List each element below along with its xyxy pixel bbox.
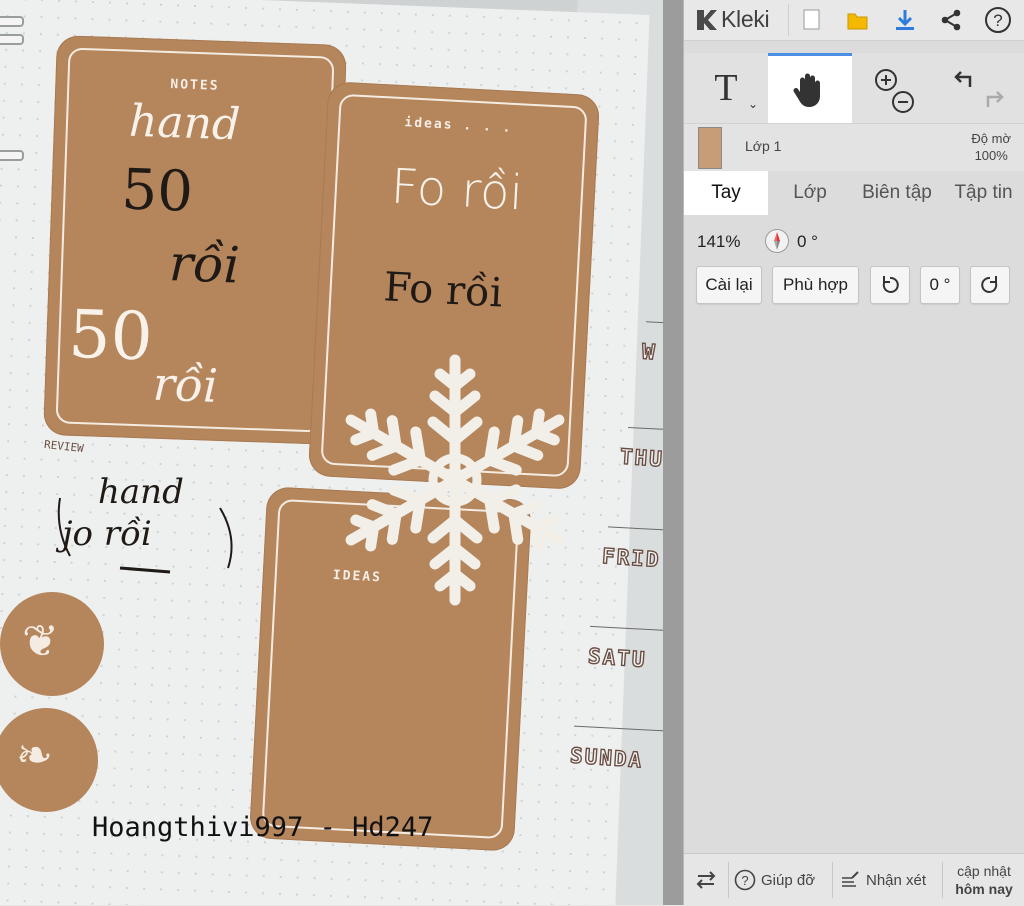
- help-button[interactable]: ?: [982, 4, 1014, 36]
- help-icon: ?: [734, 869, 756, 891]
- tab-hand[interactable]: Tay: [684, 171, 768, 215]
- day-label: FRID: [601, 543, 663, 573]
- rotation-value-button[interactable]: 0 °: [920, 266, 960, 304]
- open-file-button[interactable]: [842, 4, 874, 36]
- layer-thumbnail: [698, 127, 722, 169]
- rotate-left-button[interactable]: [870, 266, 910, 304]
- hand-tool-panel: 141% 0 ° Cài lại Phù hợp 0 °: [684, 215, 1024, 853]
- zoom-out-icon[interactable]: [892, 91, 914, 113]
- share-icon: [941, 9, 961, 31]
- review-bubble: hand jo rồi: [50, 468, 240, 580]
- leaf-circle: ❦: [0, 592, 104, 696]
- rotation-angle: 0 °: [797, 232, 818, 251]
- zoom-buttons: [854, 53, 932, 123]
- spiral-ring: [0, 16, 24, 27]
- day-label: W: [640, 339, 658, 365]
- top-toolbar: Kleki ?: [684, 0, 1024, 41]
- tab-file[interactable]: Tập tin: [942, 171, 1024, 215]
- panel-divider[interactable]: [663, 0, 683, 905]
- card-text: rồi: [168, 234, 241, 295]
- zoom-in-icon[interactable]: [875, 69, 897, 91]
- text-tool-button[interactable]: T ⌄: [684, 53, 768, 123]
- review-text: jo rồi: [62, 514, 152, 554]
- layer-row[interactable]: Lớp 1 Độ mờ 100%: [684, 123, 1024, 173]
- card-label: NOTES: [170, 77, 220, 94]
- history-buttons: [939, 53, 1019, 123]
- redo-icon[interactable]: [986, 91, 1004, 107]
- svg-text:?: ?: [741, 873, 748, 888]
- layer-name: Lớp 1: [745, 138, 782, 154]
- swap-icon: [696, 871, 716, 889]
- snowflake-icon: [340, 354, 570, 607]
- card-text: rồi: [152, 356, 219, 413]
- tab-bar: Tay Lớp Biên tập Tập tin: [684, 171, 1024, 215]
- zoom-level: 141%: [697, 232, 741, 251]
- kleki-logo[interactable]: Kleki: [694, 6, 770, 33]
- drawing-canvas[interactable]: NOTES hand 50 rồi 50 rồi ideas . . . Fo …: [0, 0, 663, 905]
- undo-icon[interactable]: [954, 71, 972, 87]
- update-line-2: hôm nay: [955, 881, 1013, 897]
- tool-row: T ⌄: [684, 53, 1024, 123]
- card-text: Fo rồi: [382, 264, 504, 317]
- card-text: hand: [128, 95, 242, 151]
- help-label: Giúp đỡ: [761, 871, 816, 889]
- card-text: Fo rồi: [389, 158, 525, 222]
- card-text: 50: [120, 157, 195, 225]
- bottom-bar: ? Giúp đỡ Nhận xét cập nhật hôm nay: [684, 853, 1024, 906]
- swap-sides-button[interactable]: [694, 854, 718, 906]
- watermark-text: Hoangthivi997 - Hd247: [92, 812, 434, 843]
- day-label: SATU: [587, 643, 649, 673]
- tab-edit[interactable]: Biên tập: [852, 171, 942, 215]
- feedback-icon: [842, 871, 859, 887]
- new-file-icon: [803, 9, 820, 30]
- day-label: SUNDA: [569, 743, 645, 773]
- help-icon: ?: [985, 7, 1011, 33]
- update-line-1: cập nhật: [957, 863, 1011, 879]
- notes-card: NOTES hand 50 rồi 50 rồi: [43, 35, 347, 445]
- feedback-label: Nhận xét: [866, 871, 927, 889]
- rotate-right-icon: [981, 276, 998, 293]
- compass-icon[interactable]: [765, 229, 789, 253]
- rotate-right-button[interactable]: [970, 266, 1010, 304]
- share-button[interactable]: [935, 4, 967, 36]
- download-icon: [896, 10, 914, 30]
- fit-button[interactable]: Phù hợp: [772, 266, 859, 304]
- text-tool-icon: T: [714, 67, 738, 109]
- spiral-ring: [0, 34, 24, 45]
- tab-layers[interactable]: Lớp: [768, 171, 852, 215]
- kleki-logo-icon: [697, 9, 717, 30]
- app-name: Kleki: [721, 6, 770, 32]
- opacity-label: Độ mờ: [971, 131, 1011, 146]
- layer-opacity[interactable]: Độ mờ 100%: [971, 130, 1011, 164]
- chevron-down-icon[interactable]: ⌄: [748, 97, 758, 111]
- tool-panel: Kleki ? T ⌄ Lớp 1 Độ mờ 100% Tay Lớp Biê…: [683, 0, 1024, 906]
- download-button[interactable]: [889, 4, 921, 36]
- feedback-link[interactable]: Nhận xét: [840, 854, 926, 906]
- opacity-value: 100%: [974, 148, 1008, 163]
- review-text: hand: [98, 472, 184, 512]
- reset-button[interactable]: Cài lại: [696, 266, 762, 304]
- new-file-button[interactable]: [796, 4, 828, 36]
- update-link[interactable]: cập nhật hôm nay: [948, 854, 1020, 906]
- open-folder-icon: [847, 13, 868, 30]
- spiral-ring: [0, 150, 24, 161]
- svg-text:?: ?: [993, 11, 1002, 30]
- rotate-left-icon: [882, 276, 899, 293]
- hand-tool-button[interactable]: [768, 53, 852, 123]
- card-text: 50: [67, 295, 154, 376]
- help-link[interactable]: ? Giúp đỡ: [734, 854, 815, 906]
- hand-tool-icon: [793, 73, 820, 107]
- day-label: THU: [619, 444, 663, 472]
